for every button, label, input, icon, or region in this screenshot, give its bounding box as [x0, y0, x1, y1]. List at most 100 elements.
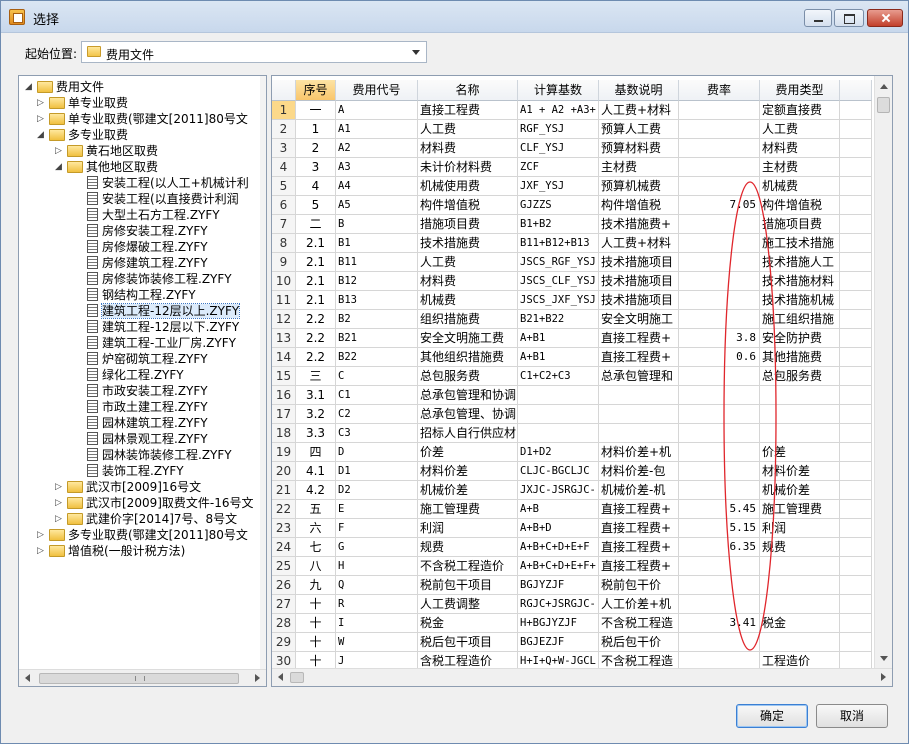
cancel-button[interactable]: 取消	[816, 704, 888, 728]
table-row[interactable]: 12 2.2 B2 组织措施费 B21+B22 安全文明施工 施工组织措施	[272, 310, 872, 329]
tree-file-item[interactable]: 大型土石方工程.ZYFY	[73, 207, 220, 223]
table-row[interactable]: 11 2.1 B13 机械费 JSCS_JXF_YSJ 技术措施项目 技术措施机械	[272, 291, 872, 310]
table-row[interactable]: 14 2.2 B22 其他组织措施费 A+B1 直接工程费+ 0.6 其他措施费	[272, 348, 872, 367]
expand-icon[interactable]: ▷	[37, 111, 47, 127]
column-header-rate[interactable]: 费率	[679, 80, 760, 101]
table-row[interactable]: 6 5 A5 构件增值税 GJZZS 构件增值税 7.05 构件增值税	[272, 196, 872, 215]
tree-file-item[interactable]: 房修装饰装修工程.ZYFY	[73, 271, 232, 287]
minimize-button[interactable]	[804, 9, 832, 27]
tree-folder-item[interactable]: ▷ 增值税(一般计税方法)	[37, 543, 185, 559]
table-row[interactable]: 29 十 W 税后包干项目 BGJEZJF 税后包干价	[272, 633, 872, 652]
table-row[interactable]: 4 3 A3 未计价材料费 ZCF 主材费 主材费	[272, 158, 872, 177]
table-row[interactable]: 9 2.1 B11 人工费 JSCS_RGF_YSJ 技术措施项目 技术措施人工	[272, 253, 872, 272]
table-row[interactable]: 17 3.2 C2 总承包管理、协调	[272, 405, 872, 424]
expand-icon[interactable]: ▷	[37, 527, 47, 543]
table-horizontal-scrollbar[interactable]	[272, 668, 892, 686]
expand-icon[interactable]: ▷	[37, 95, 47, 111]
table-row[interactable]: 2 1 A1 人工费 RGF_YSJ 预算人工费 人工费	[272, 120, 872, 139]
tree-file-item[interactable]: 房修安装工程.ZYFY	[73, 223, 208, 239]
table-row[interactable]: 22 五 E 施工管理费 A+B 直接工程费+ 5.45 施工管理费	[272, 500, 872, 519]
tree-folder-item[interactable]: ▷ 单专业取费	[37, 95, 128, 111]
table-row[interactable]: 27 十 R 人工费调整 RGJC+JSRGJC- 人工价差+机	[272, 595, 872, 614]
column-header-base-desc[interactable]: 基数说明	[599, 80, 679, 101]
tree-file-item[interactable]: 房修建筑工程.ZYFY	[73, 255, 208, 271]
tree-folder-item[interactable]: ▷ 单专业取费(鄂建文[2011]80号文	[37, 111, 248, 127]
scroll-right-icon[interactable]	[881, 673, 886, 681]
tree-horizontal-scrollbar[interactable]	[19, 669, 266, 686]
scroll-thumb[interactable]	[290, 672, 304, 683]
table-vertical-scrollbar[interactable]	[874, 76, 892, 670]
table-row[interactable]: 21 4.2 D2 机械价差 JXJC-JSRGJC- 机械价差-机 机械价差	[272, 481, 872, 500]
table-row[interactable]: 23 六 F 利润 A+B+D 直接工程费+ 5.15 利润	[272, 519, 872, 538]
tree-folder-item[interactable]: ▷ 多专业取费(鄂建文[2011]80号文	[37, 527, 248, 543]
start-location-combo[interactable]: 费用文件	[81, 41, 427, 63]
tree-file-item[interactable]: 园林建筑工程.ZYFY	[73, 415, 208, 431]
column-header-fee-type[interactable]: 费用类型	[760, 80, 840, 101]
scroll-right-icon[interactable]	[255, 674, 260, 682]
tree-file-item[interactable]: 建筑工程-12层以下.ZYFY	[73, 319, 239, 335]
tree-file-item[interactable]: 建筑工程-工业厂房.ZYFY	[73, 335, 236, 351]
expand-icon[interactable]: ▷	[55, 143, 65, 159]
table-row[interactable]: 25 八 H 不含税工程造价 A+B+C+D+E+F+ 直接工程费+	[272, 557, 872, 576]
tree-file-item[interactable]: 园林装饰装修工程.ZYFY	[73, 447, 232, 463]
tree-folder-item[interactable]: ▷ 武建价字[2014]7号、8号文	[55, 511, 237, 527]
collapse-icon[interactable]: ◢	[25, 79, 35, 95]
expand-icon[interactable]: ▷	[55, 495, 65, 511]
fee-table[interactable]: 序号 费用代号 名称 计算基数 基数说明 费率 费用类型 1 一 A 直接工程费 A1 + A2 +…	[271, 75, 893, 687]
tree-file-item[interactable]: 市政安装工程.ZYFY	[73, 383, 208, 399]
expand-icon[interactable]: ▷	[37, 543, 47, 559]
tree-file-item[interactable]: 绿化工程.ZYFY	[73, 367, 184, 383]
table-row[interactable]: 24 七 G 规费 A+B+C+D+E+F 直接工程费+ 6.35 规费	[272, 538, 872, 557]
tree-folder-item[interactable]: ◢ 多专业取费	[37, 127, 128, 143]
expand-icon[interactable]: ▷	[55, 511, 65, 527]
scroll-down-icon[interactable]	[880, 656, 888, 661]
table-row[interactable]: 16 3.1 C1 总承包管理和协调	[272, 386, 872, 405]
table-row[interactable]: 20 4.1 D1 材料价差 CLJC-BGCLJC 材料价差-包 材料价差	[272, 462, 872, 481]
table-row[interactable]: 5 4 A4 机械使用费 JXF_YSJ 预算机械费 机械费	[272, 177, 872, 196]
table-row[interactable]: 19 四 D 价差 D1+D2 材料价差+机 价差	[272, 443, 872, 462]
tree-file-item[interactable]: 钢结构工程.ZYFY	[73, 287, 196, 303]
chevron-down-icon[interactable]	[412, 50, 420, 55]
tree-folder-item[interactable]: ◢ 其他地区取费	[55, 159, 158, 175]
tree-file-item[interactable]: 园林景观工程.ZYFY	[73, 431, 208, 447]
ok-button[interactable]: 确定	[736, 704, 808, 728]
tree-folder-item[interactable]: ▷ 黄石地区取费	[55, 143, 158, 159]
table-row[interactable]: 10 2.1 B12 材料费 JSCS_CLF_YSJ 技术措施项目 技术措施材料	[272, 272, 872, 291]
scroll-left-icon[interactable]	[25, 674, 30, 682]
tree-folder-item[interactable]: ◢ 费用文件	[25, 79, 104, 95]
column-header-calc-base[interactable]: 计算基数	[518, 80, 599, 101]
table-row[interactable]: 15 三 C 总包服务费 C1+C2+C3 总承包管理和 总包服务费	[272, 367, 872, 386]
table-row[interactable]: 13 2.2 B21 安全文明施工费 A+B1 直接工程费+ 3.8 安全防护费	[272, 329, 872, 348]
table-row[interactable]: 8 2.1 B1 技术措施费 B11+B12+B13 人工费+材料 施工技术措施	[272, 234, 872, 253]
table-row[interactable]: 26 九 Q 税前包干项目 BGJYZJF 税前包干价	[272, 576, 872, 595]
close-button[interactable]	[867, 9, 903, 27]
table-row[interactable]: 1 一 A 直接工程费 A1 + A2 +A3+ 人工费+材料 定额直接费	[272, 101, 872, 120]
column-header-seq[interactable]: 序号	[296, 80, 336, 101]
folder-tree[interactable]: ◢ 费用文件 ▷ 单专业取费 ▷ 单专业取费(鄂建文[2011]80号文 ◢ 多专业取费 ▷ 黄石…	[18, 75, 267, 687]
table-row[interactable]: 7 二 B 措施项目费 B1+B2 技术措施费+ 措施项目费	[272, 215, 872, 234]
tree-file-item[interactable]: 装饰工程.ZYFY	[73, 463, 184, 479]
tree-folder-item[interactable]: ▷ 武汉市[2009]16号文	[55, 479, 201, 495]
column-header-fee-name[interactable]: 名称	[418, 80, 518, 101]
collapse-icon[interactable]: ◢	[55, 159, 65, 175]
tree-vertical-scrollbar[interactable]	[260, 76, 266, 670]
tree-file-item[interactable]: 安装工程(以直接费计利润	[73, 191, 239, 207]
tree-file-item[interactable]: 建筑工程-12层以上.ZYFY	[73, 303, 241, 319]
tree-file-item[interactable]: 市政土建工程.ZYFY	[73, 399, 208, 415]
scroll-left-icon[interactable]	[278, 673, 283, 681]
tree-file-item[interactable]: 炉窑砌筑工程.ZYFY	[73, 351, 208, 367]
tree-folder-item[interactable]: ▷ 武汉市[2009]取费文件-16号文	[55, 495, 254, 511]
expand-icon[interactable]: ▷	[55, 479, 65, 495]
maximize-button[interactable]	[834, 9, 864, 27]
table-row[interactable]: 3 2 A2 材料费 CLF_YSJ 预算材料费 材料费	[272, 139, 872, 158]
table-row[interactable]: 18 3.3 C3 招标人自行供应材	[272, 424, 872, 443]
tree-file-item[interactable]: 房修爆破工程.ZYFY	[73, 239, 208, 255]
collapse-icon[interactable]: ◢	[37, 127, 47, 143]
scroll-thumb[interactable]	[39, 673, 239, 684]
column-header-row-number[interactable]	[272, 80, 296, 101]
scroll-thumb[interactable]	[877, 97, 890, 113]
tree-file-item[interactable]: 安装工程(以人工+机械计利	[73, 175, 249, 191]
column-header-fee-code[interactable]: 费用代号	[336, 80, 418, 101]
scroll-up-icon[interactable]	[880, 84, 888, 89]
table-row[interactable]: 28 十 I 税金 H+BGJYZJF 不含税工程造 3.41 税金	[272, 614, 872, 633]
